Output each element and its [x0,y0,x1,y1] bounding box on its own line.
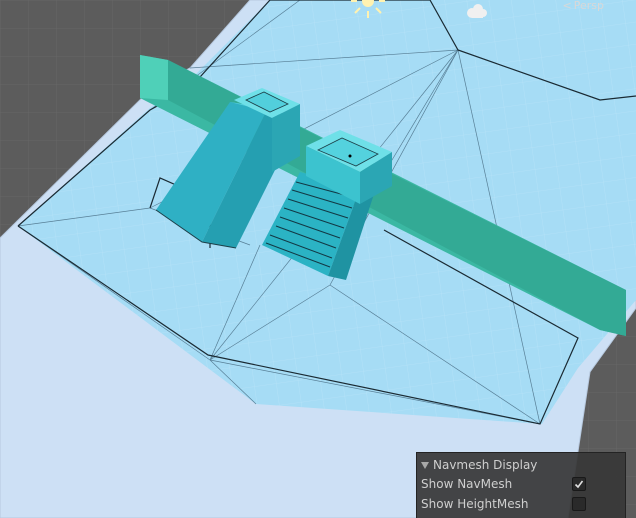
panel-title: Navmesh Display [433,458,538,472]
scene-canvas [0,0,636,518]
panel-header[interactable]: Navmesh Display [421,457,537,473]
navmesh-display-panel: Navmesh Display Show NavMesh Show Height… [416,452,626,518]
show-navmesh-label: Show NavMesh [421,477,513,491]
projection-text: Persp [573,0,604,12]
foldout-arrow-icon[interactable] [421,461,429,469]
show-navmesh-checkbox[interactable] [572,477,586,491]
show-heightmesh-checkbox[interactable] [572,497,586,511]
projection-label[interactable]: < Persp [563,0,604,12]
projection-arrow-icon: < [562,0,572,12]
sun-icon [351,0,385,18]
show-heightmesh-label: Show HeightMesh [421,497,529,511]
cloud-icon [467,4,487,18]
scene-viewport[interactable]: < Persp Navmesh Display Show NavMesh Show… [0,0,636,518]
checkmark-icon [574,480,584,489]
